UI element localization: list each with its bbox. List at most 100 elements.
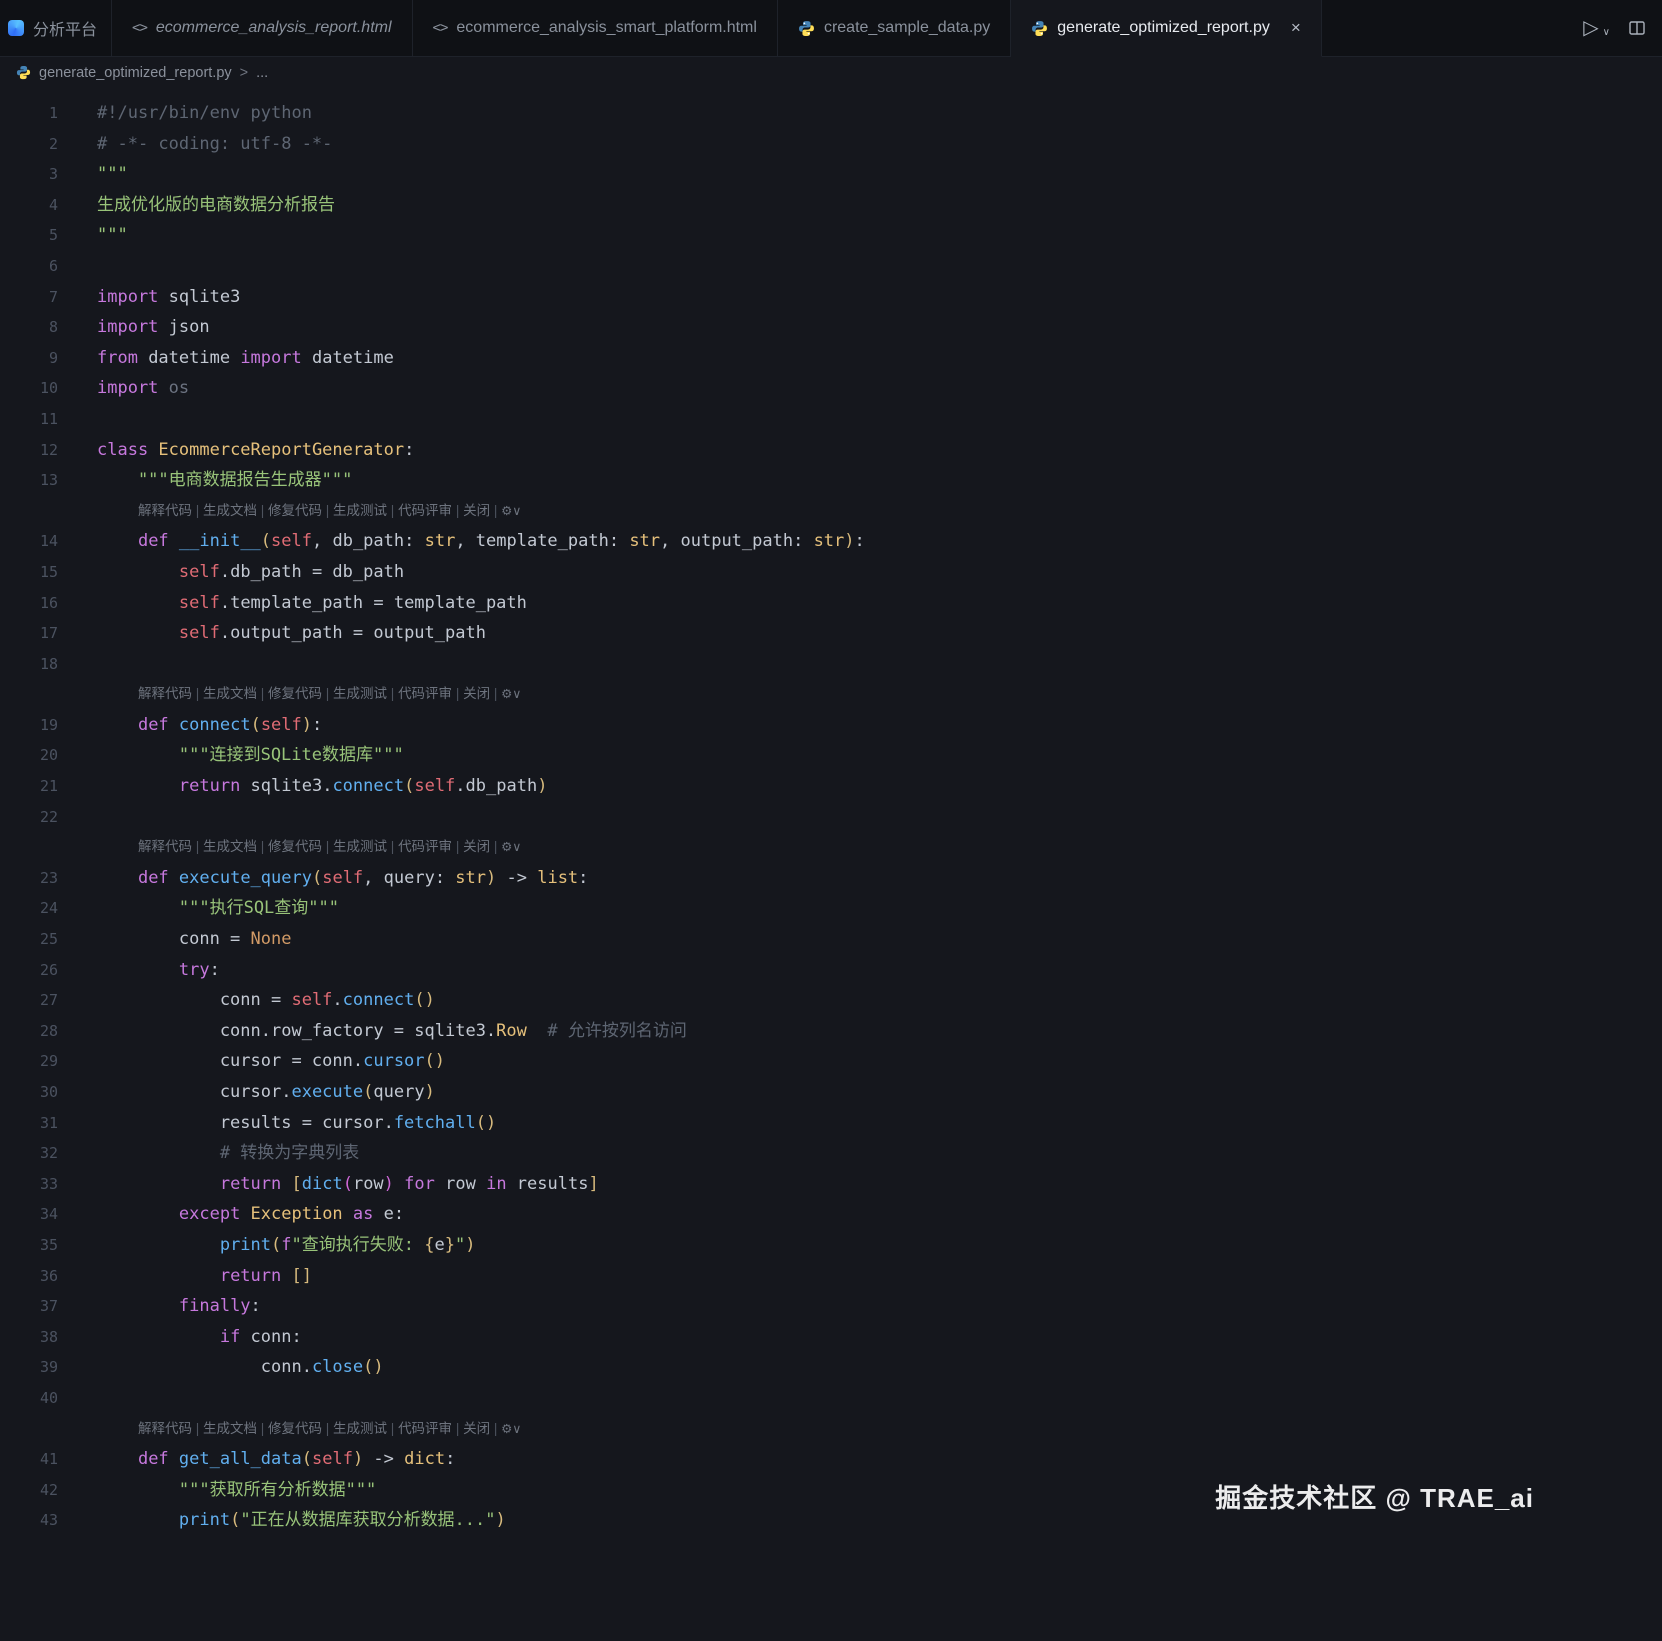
code-line: 9 from datetime import datetime	[0, 343, 1662, 374]
codelens-action[interactable]: 解释代码	[138, 1421, 192, 1436]
codelens-action[interactable]: 生成测试	[333, 686, 387, 701]
ai-actions-icon[interactable]: ⚙∨	[501, 840, 521, 854]
code-text: conn.row_factory = sqlite3.Row # 允许按列名访问	[97, 1020, 687, 1041]
code-line: 28 conn.row_factory = sqlite3.Row # 允许按列…	[0, 1016, 1662, 1047]
line-number: 7	[48, 287, 58, 306]
ai-actions-icon[interactable]: ⚙∨	[501, 504, 521, 518]
codelens-action[interactable]: 代码评审	[398, 503, 452, 518]
tab-create-sample-data-py[interactable]: create_sample_data.py	[778, 0, 1012, 56]
codelens-separator: |	[322, 686, 334, 702]
code-line: 2 # -*- coding: utf-8 -*-	[0, 129, 1662, 160]
code-line: 37 finally:	[0, 1291, 1662, 1322]
run-dropdown-icon[interactable]: ∨	[1603, 27, 1610, 38]
line-number: 20	[39, 746, 58, 765]
codelens-action[interactable]: 解释代码	[138, 686, 192, 701]
line-number: 42	[39, 1480, 58, 1499]
code-line: 40	[0, 1383, 1662, 1414]
codelens-action[interactable]: 修复代码	[268, 1421, 322, 1436]
code-text: results = cursor.fetchall()	[97, 1112, 497, 1133]
codelens-action[interactable]: 生成文档	[203, 503, 257, 518]
codelens-action[interactable]: 生成文档	[203, 1421, 257, 1436]
code-text: import json	[97, 317, 210, 338]
codelens-action[interactable]: 关闭	[463, 503, 490, 518]
codelens-action[interactable]: 生成文档	[203, 686, 257, 701]
ai-actions-icon[interactable]: ⚙∨	[501, 1422, 521, 1436]
code-line: 10 import os	[0, 373, 1662, 404]
codelens-row: 解释代码 | 生成文档 | 修复代码 | 生成测试 | 代码评审 | 关闭 | …	[0, 832, 1662, 863]
breadcrumb-more[interactable]: ...	[256, 65, 268, 81]
code-text: """连接到SQLite数据库"""	[97, 745, 404, 766]
line-number	[0, 832, 58, 863]
line-number: 38	[39, 1327, 58, 1346]
tab-bar: 分析平台 <> ecommerce_analysis_report.html <…	[0, 0, 1662, 57]
codelens-separator: |	[452, 1420, 464, 1436]
code-line: 33 return [dict(row) for row in results]	[0, 1169, 1662, 1200]
codelens-action[interactable]: 解释代码	[138, 503, 192, 518]
codelens-action[interactable]: 关闭	[463, 686, 490, 701]
line-number: 22	[39, 807, 58, 826]
ai-actions-icon[interactable]: ⚙∨	[501, 687, 521, 701]
code-line: 24 """执行SQL查询"""	[0, 893, 1662, 924]
codelens-action[interactable]: 代码评审	[398, 1421, 452, 1436]
code-line: 21 return sqlite3.connect(self.db_path)	[0, 771, 1662, 802]
codelens-separator: |	[387, 839, 399, 855]
codelens-separator: |	[192, 1420, 204, 1436]
code-line: 26 try:	[0, 955, 1662, 986]
codelens-action[interactable]: 代码评审	[398, 686, 452, 701]
codelens-action[interactable]: 修复代码	[268, 686, 322, 701]
line-number: 30	[39, 1083, 58, 1101]
editor-actions: ▷ ∨	[1583, 0, 1662, 56]
codelens-action[interactable]: 修复代码	[268, 839, 322, 854]
codelens-action[interactable]: 修复代码	[268, 503, 322, 518]
code-line: 19 def connect(self):	[0, 710, 1662, 741]
code-text: # -*- coding: utf-8 -*-	[97, 133, 333, 154]
split-editor-icon[interactable]	[1628, 19, 1646, 37]
tab-generate-optimized-report-py[interactable]: generate_optimized_report.py ×	[1011, 0, 1322, 57]
run-button[interactable]: ▷	[1583, 18, 1598, 38]
code-text: print(f"查询执行失败: {e}")	[219, 1234, 476, 1255]
codelens-row: 解释代码 | 生成文档 | 修复代码 | 生成测试 | 代码评审 | 关闭 | …	[0, 496, 1662, 527]
codelens-separator: |	[387, 686, 399, 702]
code-text: """	[97, 225, 128, 246]
codelens-separator: |	[490, 502, 502, 518]
close-tab-icon[interactable]: ×	[1291, 18, 1301, 38]
python-file-icon	[1031, 20, 1048, 37]
codelens-action[interactable]: 解释代码	[138, 839, 192, 854]
code-text: def __init__(self, db_path: str, templat…	[137, 531, 865, 552]
code-editor[interactable]: 1 #!/usr/bin/env python 2 # -*- coding: utf…	[0, 88, 1662, 1536]
code-line: 38 if conn:	[0, 1322, 1662, 1353]
codelens-action[interactable]: 生成测试	[333, 503, 387, 518]
tab-ecommerce-analysis-smart-platform-html[interactable]: <> ecommerce_analysis_smart_platform.htm…	[413, 0, 778, 56]
code-line: 32 # 转换为字典列表	[0, 1138, 1662, 1169]
breadcrumb[interactable]: generate_optimized_report.py > ...	[0, 57, 1662, 88]
tab-analysis-platform[interactable]: 分析平台	[0, 0, 113, 56]
line-number: 21	[39, 777, 58, 796]
codelens-action[interactable]: 生成测试	[333, 1421, 387, 1436]
codelens-action[interactable]: 关闭	[463, 839, 490, 854]
line-number	[0, 679, 58, 710]
line-number: 36	[39, 1266, 58, 1285]
codelens-action[interactable]: 代码评审	[398, 839, 452, 854]
line-number: 27	[39, 991, 58, 1010]
line-number: 10	[39, 379, 58, 398]
codelens-action[interactable]: 关闭	[463, 1421, 490, 1436]
line-number: 37	[39, 1297, 58, 1316]
codelens-actions: 解释代码 | 生成文档 | 修复代码 | 生成测试 | 代码评审 | 关闭 | …	[58, 832, 521, 863]
codelens-action[interactable]: 生成文档	[203, 839, 257, 854]
tab-label: 分析平台	[33, 22, 98, 39]
codelens-action[interactable]: 生成测试	[333, 839, 387, 854]
code-line: 4 生成优化版的电商数据分析报告	[0, 190, 1662, 221]
line-number: 33	[39, 1174, 58, 1193]
code-text: from datetime import datetime	[97, 347, 394, 368]
code-text: self.template_path = template_path	[178, 592, 527, 613]
code-line: 41 def get_all_data(self) -> dict:	[0, 1444, 1662, 1475]
code-line: 35 print(f"查询执行失败: {e}")	[0, 1230, 1662, 1261]
codelens-separator: |	[490, 839, 502, 855]
breadcrumb-file[interactable]: generate_optimized_report.py	[39, 65, 232, 81]
tab-ecommerce-analysis-report-html[interactable]: <> ecommerce_analysis_report.html	[112, 0, 413, 56]
html-file-icon: <>	[132, 20, 148, 36]
tab-label: create_sample_data.py	[823, 19, 991, 36]
line-number: 13	[39, 471, 58, 490]
